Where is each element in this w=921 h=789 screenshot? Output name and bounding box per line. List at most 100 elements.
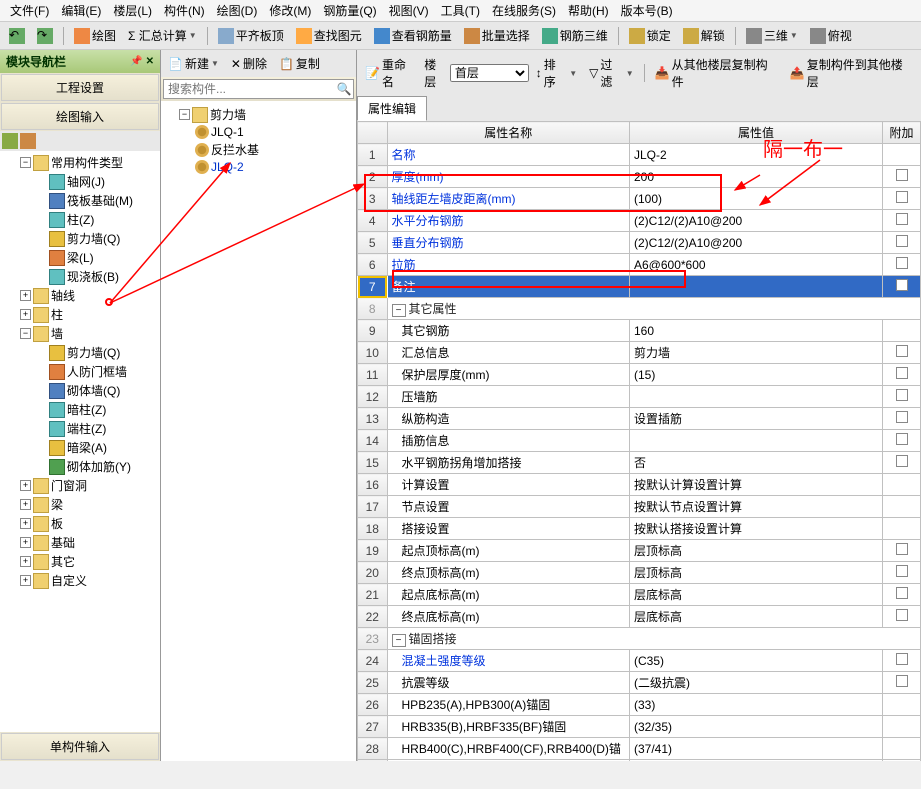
property-row[interactable]: 8−其它属性 — [358, 298, 921, 320]
prop-value[interactable]: A6@600*600 — [630, 254, 883, 276]
tb-undo[interactable]: ↶ — [4, 25, 30, 47]
btn-copy-from[interactable]: 📥从其他楼层复制构件 — [650, 53, 783, 93]
nav-bar-draw[interactable]: 绘图输入 — [1, 103, 159, 130]
property-row[interactable]: 26 HPB235(A),HPB300(A)锚固(33) — [358, 694, 921, 716]
property-row[interactable]: 10 汇总信息剪力墙 — [358, 342, 921, 364]
prop-value[interactable]: 按默认搭接设置计算 — [630, 518, 883, 540]
property-row[interactable]: 17 节点设置按默认节点设置计算 — [358, 496, 921, 518]
nav-item[interactable]: 端柱(Z) — [2, 419, 158, 438]
tb-summary[interactable]: Σ 汇总计算▼ — [123, 24, 202, 47]
nav-item[interactable]: +自定义 — [2, 571, 158, 590]
nav-item[interactable]: +柱 — [2, 305, 158, 324]
nav-item[interactable]: +基础 — [2, 533, 158, 552]
checkbox[interactable] — [896, 565, 908, 577]
tb-lock[interactable]: 锁定 — [624, 24, 676, 47]
nav-item[interactable]: 砌体加筋(Y) — [2, 457, 158, 476]
menu-floor[interactable]: 楼层(L) — [107, 0, 158, 21]
search-input[interactable] — [164, 80, 335, 98]
property-row[interactable]: 11 保护层厚度(mm)(15) — [358, 364, 921, 386]
checkbox[interactable] — [896, 455, 908, 467]
property-row[interactable]: 14 插筋信息 — [358, 430, 921, 452]
property-row[interactable]: 1名称JLQ-2 — [358, 144, 921, 166]
prop-value[interactable]: 按默认节点设置计算 — [630, 496, 883, 518]
prop-value[interactable]: (C35) — [630, 650, 883, 672]
prop-value[interactable]: 层底标高 — [630, 606, 883, 628]
checkbox[interactable] — [896, 279, 908, 291]
group-expander[interactable]: − — [392, 634, 406, 647]
btn-copy[interactable]: 📋复制 — [274, 52, 325, 75]
property-row[interactable]: 25 抗震等级(二级抗震) — [358, 672, 921, 694]
prop-value[interactable]: (37/41) — [630, 738, 883, 760]
tb-top-view[interactable]: 俯视 — [805, 24, 857, 47]
expander-icon[interactable]: + — [20, 309, 31, 320]
prop-value[interactable]: (45/50) — [630, 760, 883, 762]
nav-item[interactable]: 轴网(J) — [2, 172, 158, 191]
checkbox[interactable] — [896, 609, 908, 621]
property-row[interactable]: 6拉筋A6@600*600 — [358, 254, 921, 276]
nav-item[interactable]: 筏板基础(M) — [2, 191, 158, 210]
nav-item[interactable]: +轴线 — [2, 286, 158, 305]
menu-rebar[interactable]: 钢筋量(Q) — [317, 0, 382, 21]
prop-value[interactable] — [630, 276, 883, 298]
nav-item[interactable]: −常用构件类型 — [2, 153, 158, 172]
tb-align-slab[interactable]: 平齐板顶 — [213, 24, 289, 47]
property-row[interactable]: 2厚度(mm)200 — [358, 166, 921, 188]
btn-filter[interactable]: ▽过滤▼ — [584, 53, 639, 93]
menu-member[interactable]: 构件(N) — [158, 0, 211, 21]
expander-icon[interactable]: + — [20, 575, 31, 586]
property-row[interactable]: 24 混凝土强度等级(C35) — [358, 650, 921, 672]
property-row[interactable]: 28 HRB400(C),HRBF400(CF),RRB400(D)锚(37/4… — [358, 738, 921, 760]
nav-item[interactable]: +其它 — [2, 552, 158, 571]
component-item[interactable]: 反拦水基 — [165, 140, 352, 159]
property-table[interactable]: 属性名称 属性值 附加 1名称JLQ-22厚度(mm)2003轴线距左墙皮距离(… — [357, 121, 921, 761]
group-expander[interactable]: − — [392, 304, 406, 317]
property-row[interactable]: 5垂直分布钢筋(2)C12/(2)A10@200 — [358, 232, 921, 254]
prop-value[interactable]: 160 — [630, 320, 883, 342]
btn-new[interactable]: 📄新建▼ — [163, 52, 224, 75]
menu-help[interactable]: 帮助(H) — [562, 0, 615, 21]
property-row[interactable]: 12 压墙筋 — [358, 386, 921, 408]
tb-unlock[interactable]: 解锁 — [678, 24, 730, 47]
property-row[interactable]: 21 起点底标高(m)层底标高 — [358, 584, 921, 606]
nav-tree[interactable]: −常用构件类型轴网(J)筏板基础(M)柱(Z)剪力墙(Q)梁(L)现浇板(B)+… — [0, 151, 160, 732]
nav-item[interactable]: 柱(Z) — [2, 210, 158, 229]
nav-item[interactable]: 剪力墙(Q) — [2, 343, 158, 362]
prop-value[interactable]: JLQ-2 — [630, 144, 883, 166]
component-item[interactable]: JLQ-1 — [165, 124, 352, 140]
pin-icon[interactable]: 📌 ✕ — [130, 56, 154, 67]
expander-icon[interactable]: + — [20, 556, 31, 567]
property-row[interactable]: 16 计算设置按默认计算设置计算 — [358, 474, 921, 496]
nav-bar-project[interactable]: 工程设置 — [1, 74, 159, 101]
nav-item[interactable]: 暗梁(A) — [2, 438, 158, 457]
component-item[interactable]: JLQ-2 — [165, 159, 352, 175]
prop-value[interactable] — [630, 386, 883, 408]
property-row[interactable]: 13 纵筋构造设置插筋 — [358, 408, 921, 430]
prop-value[interactable]: 层底标高 — [630, 584, 883, 606]
prop-value[interactable]: (2)C12/(2)A10@200 — [630, 210, 883, 232]
component-item[interactable]: −剪力墙 — [165, 105, 352, 124]
property-row[interactable]: 20 终点顶标高(m)层顶标高 — [358, 562, 921, 584]
tb-redo[interactable]: ↷ — [32, 25, 58, 47]
menu-modify[interactable]: 修改(M) — [263, 0, 317, 21]
prop-value[interactable]: 层顶标高 — [630, 540, 883, 562]
expander-icon[interactable]: − — [179, 109, 190, 120]
expander-icon[interactable]: − — [20, 328, 31, 339]
checkbox[interactable] — [896, 587, 908, 599]
tb-rebar-3d[interactable]: 钢筋三维 — [537, 24, 613, 47]
checkbox[interactable] — [896, 653, 908, 665]
nav-item[interactable]: +梁 — [2, 495, 158, 514]
checkbox[interactable] — [896, 433, 908, 445]
checkbox[interactable] — [896, 543, 908, 555]
checkbox[interactable] — [896, 235, 908, 247]
property-row[interactable]: 18 搭接设置按默认搭接设置计算 — [358, 518, 921, 540]
nav-item[interactable]: +门窗洞 — [2, 476, 158, 495]
expander-icon[interactable]: + — [20, 480, 31, 491]
menu-view[interactable]: 视图(V) — [383, 0, 435, 21]
expander-icon[interactable]: + — [20, 518, 31, 529]
floor-select[interactable]: 首层 — [450, 64, 529, 82]
prop-value[interactable] — [630, 430, 883, 452]
prop-value[interactable]: 剪力墙 — [630, 342, 883, 364]
menu-tools[interactable]: 工具(T) — [435, 0, 486, 21]
search-box[interactable]: 🔍 — [163, 79, 354, 99]
menu-edit[interactable]: 编辑(E) — [55, 0, 107, 21]
